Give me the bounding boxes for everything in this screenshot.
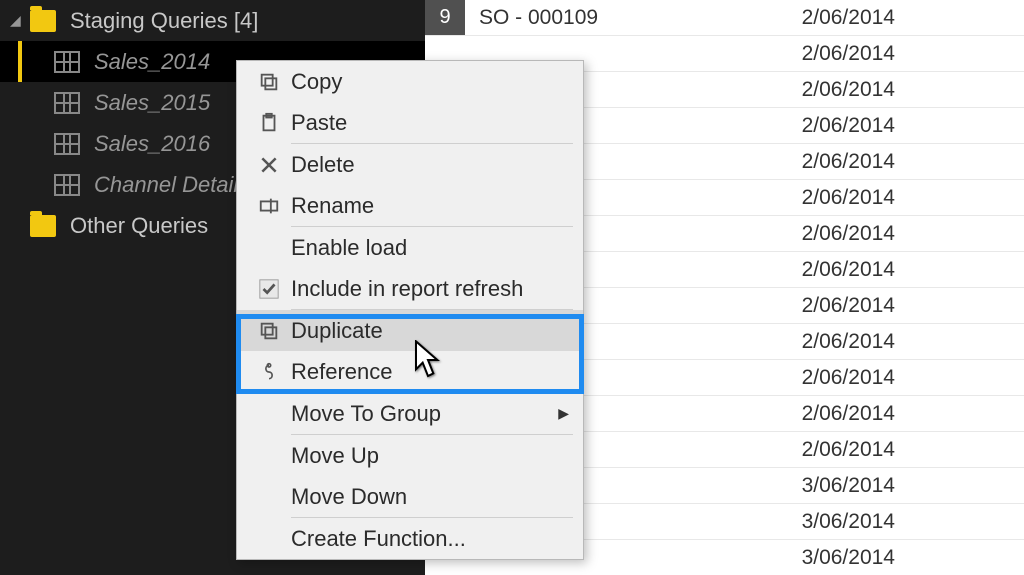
submenu-arrow-icon: ▶ (558, 405, 569, 422)
delete-icon (247, 155, 291, 175)
folder-icon (30, 215, 56, 237)
cell-date: 2/06/2014 (745, 186, 915, 210)
cell-date: 2/06/2014 (745, 222, 915, 246)
table-icon (54, 133, 80, 155)
menu-item-label: Enable load (291, 235, 407, 261)
query-label: Sales_2014 (94, 49, 210, 75)
menu-item-label: Paste (291, 110, 347, 136)
menu-item-label: Rename (291, 193, 374, 219)
menu-item-paste[interactable]: Paste (237, 102, 583, 143)
group-label: Other Queries (70, 213, 208, 239)
table-icon (54, 92, 80, 114)
menu-item-move-to-group[interactable]: Move To Group ▶ (237, 393, 583, 434)
cell-date: 3/06/2014 (745, 510, 915, 534)
cell-date: 3/06/2014 (745, 546, 915, 570)
menu-item-enable-load[interactable]: Enable load (237, 227, 583, 268)
menu-item-label: Copy (291, 69, 342, 95)
menu-item-create-function[interactable]: Create Function... (237, 518, 583, 559)
menu-item-label: Include in report refresh (291, 276, 523, 302)
menu-item-include-in-report-refresh[interactable]: Include in report refresh (237, 268, 583, 309)
copy-icon (247, 71, 291, 93)
cell-date: 2/06/2014 (745, 402, 915, 426)
table-icon (54, 51, 80, 73)
cell-date: 2/06/2014 (745, 366, 915, 390)
expand-arrow-icon: ◢ (10, 12, 24, 29)
menu-item-label: Create Function... (291, 526, 466, 552)
rename-icon (247, 195, 291, 217)
cell-date: 2/06/2014 (745, 438, 915, 462)
cell-date: 2/06/2014 (745, 330, 915, 354)
menu-item-reference[interactable]: Reference (237, 351, 583, 392)
paste-icon (247, 112, 291, 134)
query-context-menu: Copy Paste Delete Rename Enable load Include … (236, 60, 584, 560)
cell-order: SO - 000109 (465, 6, 745, 30)
menu-item-label: Duplicate (291, 318, 383, 344)
cell-date: 2/06/2014 (745, 114, 915, 138)
query-label: Sales_2016 (94, 131, 210, 157)
cell-date: 3/06/2014 (745, 474, 915, 498)
cell-date: 2/06/2014 (745, 294, 915, 318)
menu-item-label: Move Down (291, 484, 407, 510)
query-group-staging[interactable]: ◢ Staging Queries [4] (0, 0, 425, 41)
menu-item-move-down[interactable]: Move Down (237, 476, 583, 517)
table-icon (54, 174, 80, 196)
cell-date: 2/06/2014 (745, 6, 915, 30)
duplicate-icon (247, 320, 291, 342)
menu-item-delete[interactable]: Delete (237, 144, 583, 185)
table-row[interactable]: 9SO - 0001092/06/2014 (425, 0, 1024, 36)
menu-item-copy[interactable]: Copy (237, 61, 583, 102)
menu-item-move-up[interactable]: Move Up (237, 435, 583, 476)
reference-icon (247, 361, 291, 383)
cell-date: 2/06/2014 (745, 78, 915, 102)
menu-item-label: Move Up (291, 443, 379, 469)
menu-item-duplicate[interactable]: Duplicate (237, 310, 583, 351)
query-label: Channel Details (94, 172, 249, 198)
cell-date: 2/06/2014 (745, 150, 915, 174)
cell-date: 2/06/2014 (745, 258, 915, 282)
folder-icon (30, 10, 56, 32)
menu-item-rename[interactable]: Rename (237, 185, 583, 226)
cell-date: 2/06/2014 (745, 42, 915, 66)
check-icon (247, 278, 291, 300)
menu-item-label: Move To Group (291, 401, 441, 427)
row-number: 9 (425, 0, 465, 35)
group-label: Staging Queries [4] (70, 8, 258, 34)
menu-item-label: Reference (291, 359, 393, 385)
query-label: Sales_2015 (94, 90, 210, 116)
menu-item-label: Delete (291, 152, 355, 178)
